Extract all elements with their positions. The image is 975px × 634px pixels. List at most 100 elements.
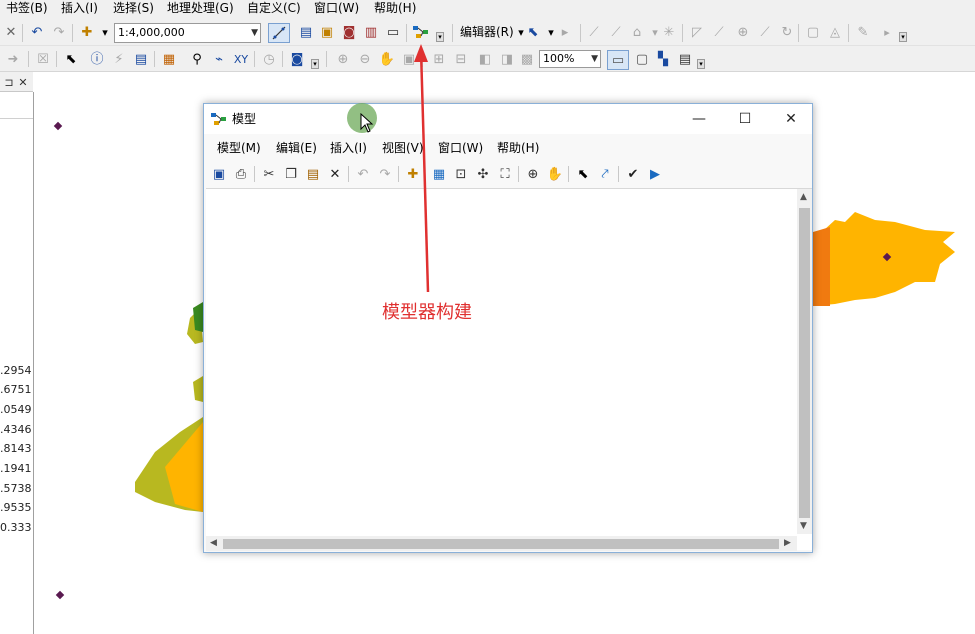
auto-layout-icon[interactable]: ▦ xyxy=(430,165,448,183)
horizontal-scroll-thumb[interactable] xyxy=(223,539,779,549)
menu-help[interactable]: 帮助(H) xyxy=(497,139,539,156)
full-extent-icon[interactable]: ⊡ xyxy=(452,165,470,183)
close-icon[interactable]: ✕ xyxy=(2,23,20,41)
zoom-100-icon[interactable]: ▩ xyxy=(518,50,536,68)
go-to-xy-icon[interactable]: XY xyxy=(232,50,250,68)
vertical-scroll-thumb[interactable] xyxy=(799,208,810,518)
redo-icon[interactable]: ↷ xyxy=(376,165,394,183)
fixed-zoom-in-icon[interactable]: ⊞ xyxy=(430,50,448,68)
horizontal-scrollbar[interactable]: ◀ ▶ xyxy=(206,536,797,551)
search-window-icon[interactable]: ◙ xyxy=(340,23,358,41)
chevron-down-icon[interactable]: ▾ xyxy=(96,23,114,41)
identify-icon[interactable]: ⓘ xyxy=(88,50,106,68)
edit-annotation-icon[interactable]: ▸ xyxy=(556,23,574,41)
toolbar-options-dropdown[interactable]: ▾ xyxy=(697,59,705,69)
clear-selection-icon[interactable]: ☒ xyxy=(34,50,52,68)
fixed-zoom-out-icon[interactable]: ⊟ xyxy=(452,50,470,68)
measure-icon[interactable]: ▦ xyxy=(160,50,178,68)
menu-geoprocessing[interactable]: 地理处理(G) xyxy=(167,0,234,18)
scroll-up-icon[interactable]: ▲ xyxy=(800,193,807,202)
html-popup-icon[interactable]: ▤ xyxy=(132,50,150,68)
fixed-zoom-out-icon[interactable]: ⛶ xyxy=(496,165,514,183)
data-driven-pages-icon[interactable]: ▤ xyxy=(676,50,694,68)
edit-tool-icon[interactable]: ⬉ xyxy=(524,23,542,41)
edit-vertices-icon[interactable]: ◸ xyxy=(688,23,706,41)
pan-icon[interactable]: ✋ xyxy=(378,50,396,68)
cut-polygons-icon[interactable]: ⊕ xyxy=(734,23,752,41)
find-route-icon[interactable]: ⌁ xyxy=(210,50,228,68)
toolbar-options-dropdown[interactable]: ▾ xyxy=(311,59,319,69)
run-icon[interactable]: ▶ xyxy=(646,165,664,183)
endpoint-arc-icon[interactable]: ⟋ xyxy=(607,23,625,41)
split-icon[interactable]: ⟋ xyxy=(756,23,774,41)
zoom-whole-page-icon[interactable]: ▣ xyxy=(400,50,418,68)
menu-insert[interactable]: 插入(I) xyxy=(61,0,98,18)
scroll-left-icon[interactable]: ◀ xyxy=(210,539,217,548)
menu-window[interactable]: 窗口(W) xyxy=(314,0,359,18)
toolbar-more-icon[interactable]: ▸ xyxy=(878,23,896,41)
editor-toolbar-icon[interactable] xyxy=(268,23,290,43)
menu-help[interactable]: 帮助(H) xyxy=(374,0,416,18)
menu-selection[interactable]: 选择(S) xyxy=(113,0,154,18)
model-window-titlebar[interactable]: 模型 — ☐ ✕ xyxy=(204,104,812,134)
toggle-draft-mode-icon[interactable]: ▭ xyxy=(607,50,629,70)
close-button[interactable]: ✕ xyxy=(768,104,814,134)
point-icon[interactable]: ✳ xyxy=(660,23,678,41)
cut-icon[interactable]: ✂ xyxy=(260,165,278,183)
paste-icon[interactable]: ▤ xyxy=(304,165,322,183)
reshape-icon[interactable]: ⟋ xyxy=(710,23,728,41)
model-canvas[interactable]: ▲ ▼ ◀ ▶ xyxy=(206,188,812,551)
menu-insert[interactable]: 插入(I) xyxy=(330,139,367,156)
select-elements-icon[interactable]: ⬉ xyxy=(62,50,80,68)
zoom-percent-combo[interactable]: 100% ▼ xyxy=(539,50,601,68)
sketch-properties-icon[interactable]: ◬ xyxy=(826,23,844,41)
maximize-button[interactable]: ☐ xyxy=(722,104,768,134)
go-forward-icon[interactable]: ◨ xyxy=(498,50,516,68)
editor-menu[interactable]: 编辑器(R) xyxy=(460,23,514,41)
pan-icon[interactable]: ✋ xyxy=(546,165,564,183)
scroll-right-icon[interactable]: ▶ xyxy=(784,539,791,548)
close-icon[interactable]: ✕ xyxy=(14,73,32,91)
create-viewer-window-icon[interactable]: ◙ xyxy=(288,50,306,68)
go-back-icon[interactable]: ◧ xyxy=(476,50,494,68)
find-icon[interactable]: ⚲ xyxy=(188,50,206,68)
zoom-out-icon[interactable]: ⊖ xyxy=(356,50,374,68)
create-features-icon[interactable]: ✎ xyxy=(854,23,872,41)
validate-icon[interactable]: ✔ xyxy=(624,165,642,183)
rotate-icon[interactable]: ↻ xyxy=(778,23,796,41)
zoom-in-icon[interactable]: ⊕ xyxy=(334,50,352,68)
undo-icon[interactable]: ↶ xyxy=(28,23,46,41)
attributes-icon[interactable]: ▢ xyxy=(804,23,822,41)
scroll-down-icon[interactable]: ▼ xyxy=(800,522,807,531)
forward-icon[interactable]: ➜ xyxy=(4,50,22,68)
fixed-zoom-in-icon[interactable]: ✣ xyxy=(474,165,492,183)
connect-icon[interactable]: ⤤ xyxy=(596,165,614,183)
add-data-icon[interactable]: ✚ xyxy=(78,23,96,41)
toolbar-options-dropdown[interactable]: ▾ xyxy=(436,32,444,42)
menu-edit[interactable]: 编辑(E) xyxy=(276,139,317,156)
model-window[interactable]: 模型 — ☐ ✕ 模型(M) 编辑(E) 插入(I) 视图(V) 窗口(W) 帮… xyxy=(203,103,813,553)
focus-data-frame-icon[interactable]: ▢ xyxy=(633,50,651,68)
toolbar-options-dropdown[interactable]: ▾ xyxy=(899,32,907,42)
select-icon[interactable]: ⬉ xyxy=(574,165,592,183)
time-slider-icon[interactable]: ◷ xyxy=(260,50,278,68)
menu-bookmarks[interactable]: 书签(B) xyxy=(6,0,48,18)
map-scale-combo[interactable]: 1:4,000,000 ▼ xyxy=(114,23,261,43)
chevron-down-icon[interactable]: ▼ xyxy=(251,24,258,42)
menu-view[interactable]: 视图(V) xyxy=(382,139,424,156)
arctoolbox-icon[interactable]: ▥ xyxy=(362,23,380,41)
minimize-button[interactable]: — xyxy=(676,104,722,134)
change-layout-icon[interactable]: ▚ xyxy=(654,50,672,68)
print-icon[interactable]: ⎙ xyxy=(232,165,250,183)
zoom-in-icon[interactable]: ⊕ xyxy=(524,165,542,183)
vertical-scrollbar[interactable]: ▲ ▼ xyxy=(797,189,812,534)
chevron-down-icon[interactable]: ▼ xyxy=(591,51,598,67)
menu-window[interactable]: 窗口(W) xyxy=(438,139,483,156)
delete-icon[interactable]: ✕ xyxy=(326,165,344,183)
redo-icon[interactable]: ↷ xyxy=(50,23,68,41)
menu-model[interactable]: 模型(M) xyxy=(217,139,261,156)
catalog-icon[interactable]: ▣ xyxy=(318,23,336,41)
undo-icon[interactable]: ↶ xyxy=(354,165,372,183)
python-window-icon[interactable]: ▭ xyxy=(384,23,402,41)
save-icon[interactable]: ▣ xyxy=(210,165,228,183)
